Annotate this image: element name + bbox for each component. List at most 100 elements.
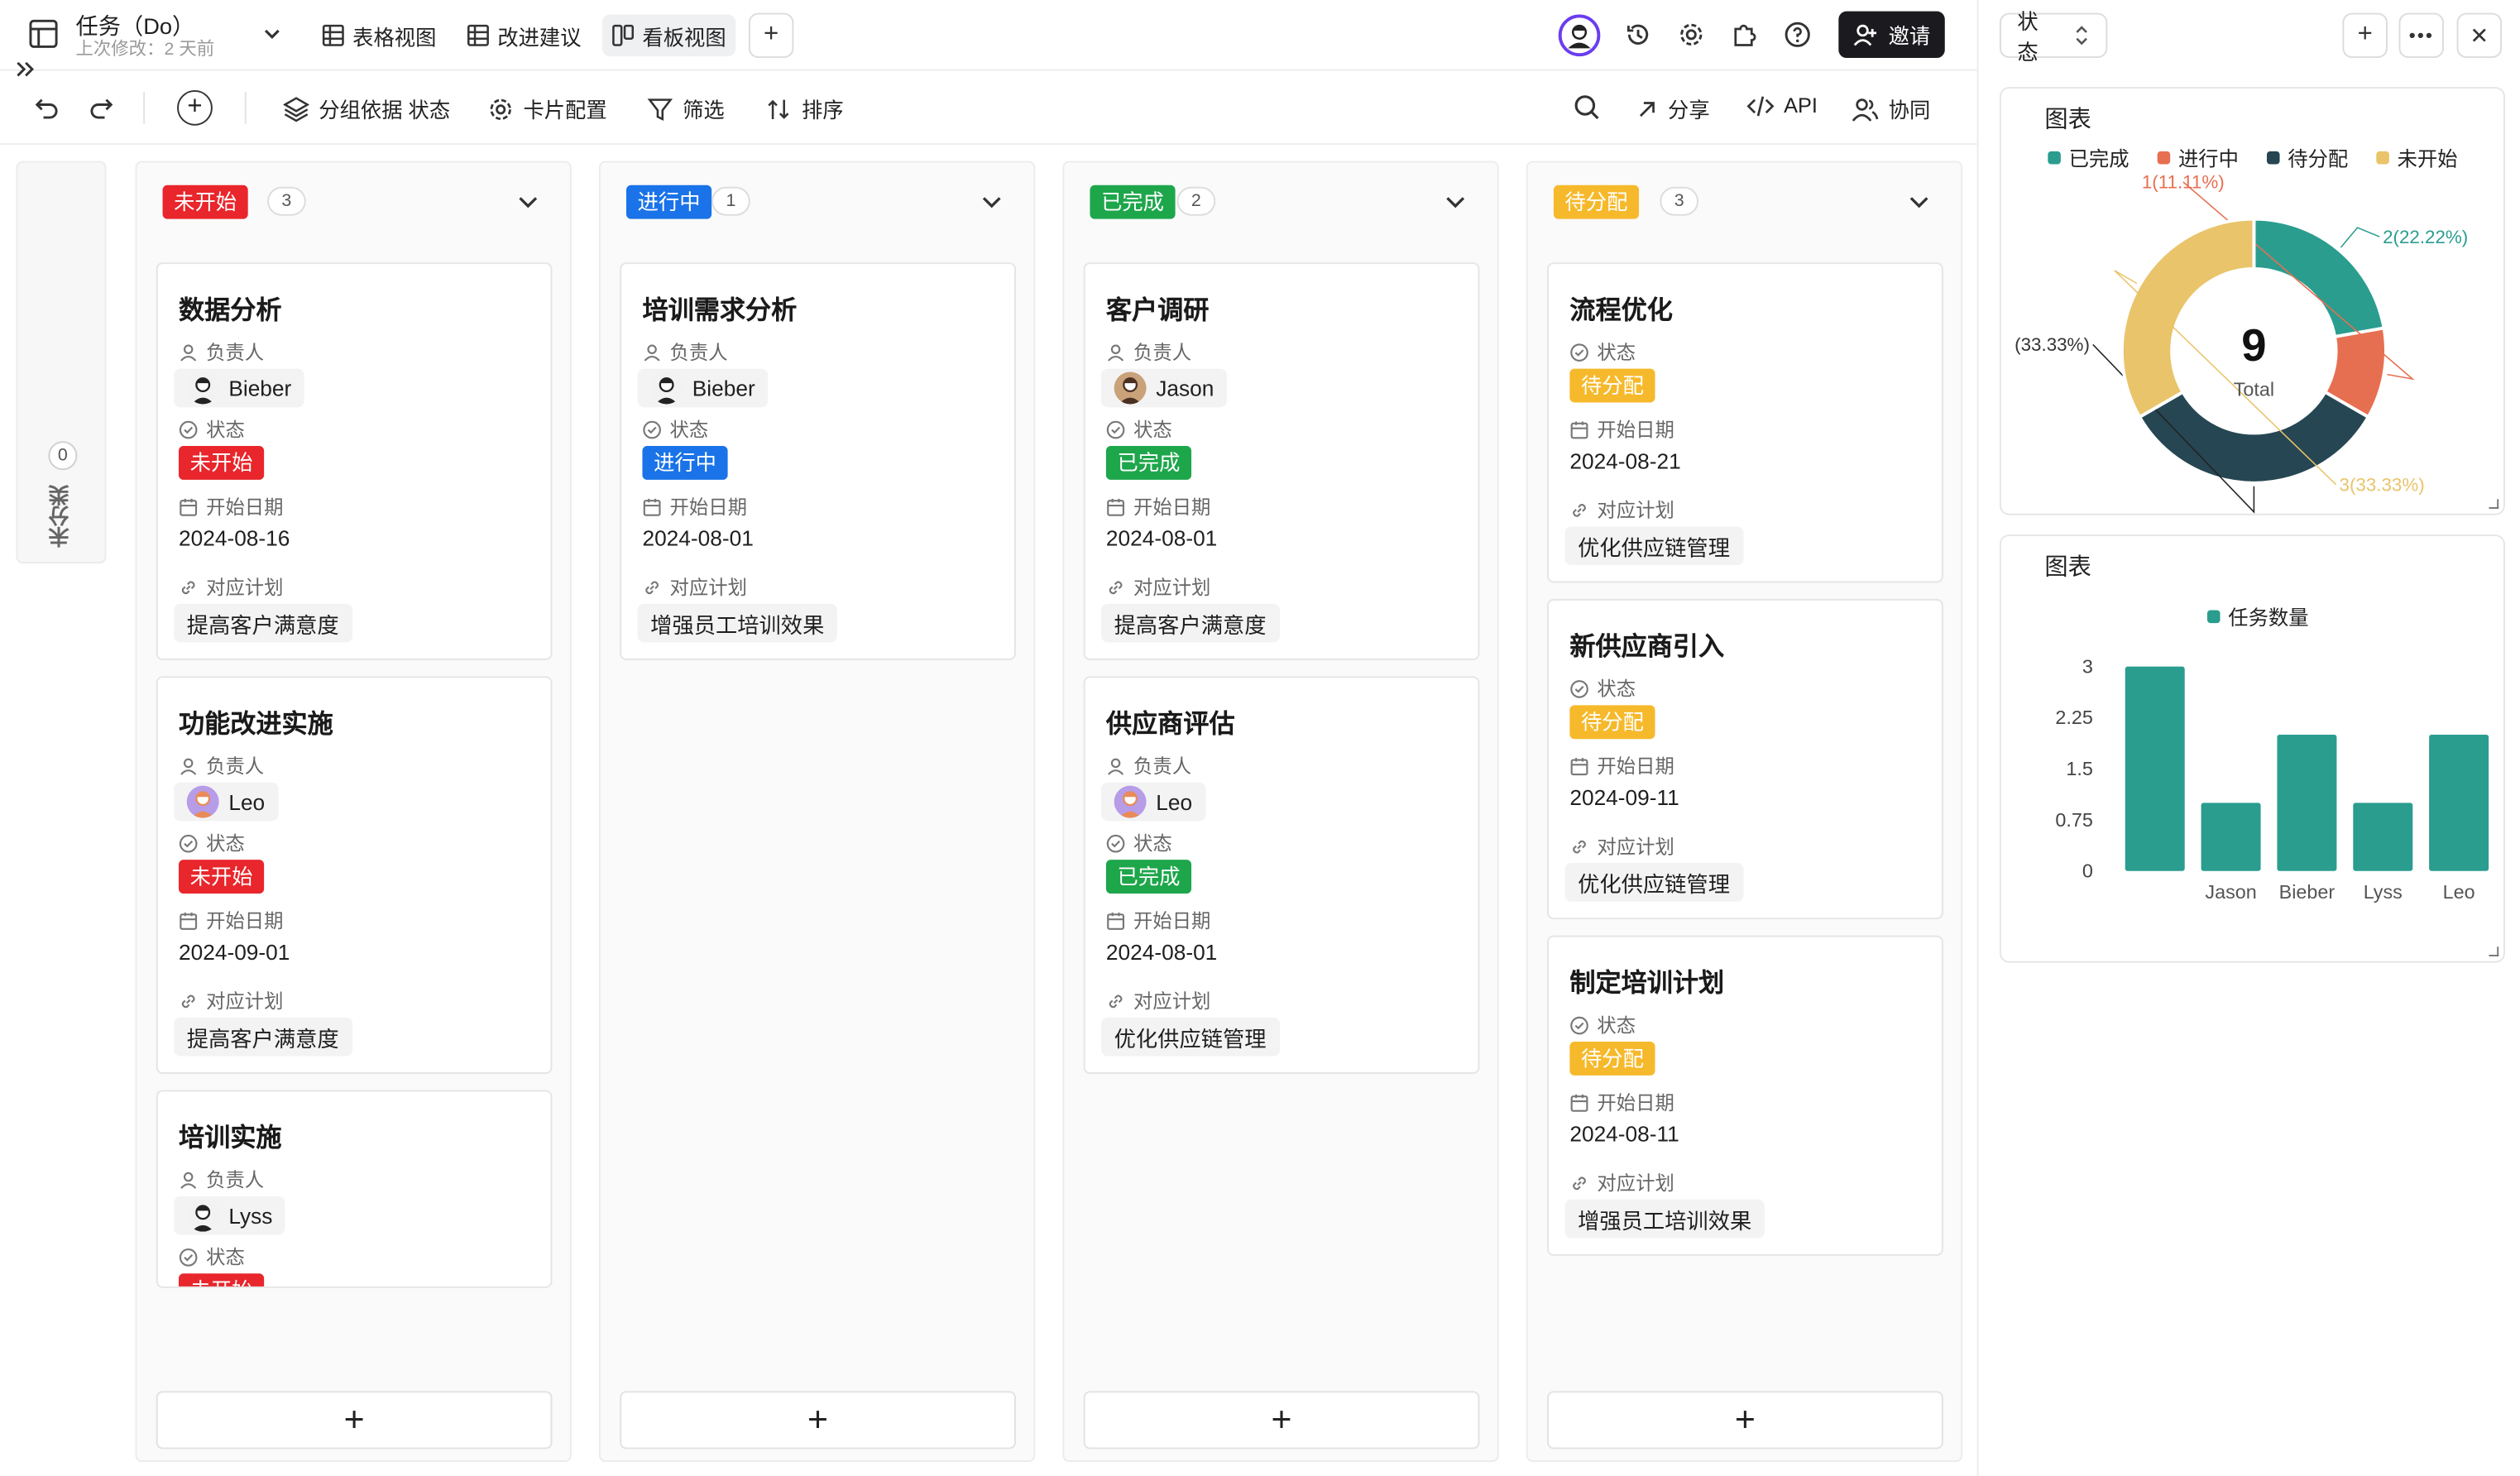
add-card-button[interactable]: + [1083,1391,1480,1450]
bar[interactable] [2277,735,2337,871]
undo-icon[interactable] [34,93,61,121]
kanban-card[interactable]: 培训实施负责人Lyss状态未开始开始日期 [156,1090,553,1288]
owner-chip[interactable]: Jason [1101,368,1227,408]
plan-chip[interactable]: 增强员工培训效果 [637,603,837,643]
kanban-column[interactable]: 未开始 3 数据分析 负责人 Bieber 状态 未开始 开始日期 2024-08-16 对应计划… [135,161,572,1462]
column-count: 3 [267,186,306,216]
search-icon[interactable] [1573,93,1600,121]
kanban-column[interactable]: 待分配 3 流程优化 状态 待分配 开始日期 2024-08-21 对应计划 优化供应链管理 新供… [1526,161,1963,1462]
owner-chip[interactable]: Leo [174,782,278,822]
donut-slice[interactable] [2252,217,2386,339]
help-icon[interactable] [1784,21,1811,48]
owner-name: Bieber [228,376,292,400]
add-chart-button[interactable]: + [2342,12,2388,59]
bar[interactable] [2353,803,2413,871]
field-label-text: 负责人 [206,341,265,364]
tab-improvement[interactable]: 改进建议 [458,15,592,57]
field-label-start: 开始日期 [1106,907,1210,934]
field-label-start: 开始日期 [1569,1088,1674,1115]
donut-total-value: 9 [2241,320,2266,371]
group-by-button[interactable]: 分组依据 状态 [283,93,450,124]
group-select-value: 状态 [2017,9,2039,65]
close-button[interactable]: ✕ [2456,12,2503,59]
collaborate-button[interactable]: 协同 [1852,93,1930,124]
filter-button[interactable]: 筛选 [647,93,725,124]
tab-table-view[interactable]: 表格视图 [313,15,447,57]
plan-chip[interactable]: 优化供应链管理 [1101,1017,1280,1057]
chevron-down-icon[interactable] [262,24,281,43]
status-badge: 已完成 [1105,860,1192,894]
column-header[interactable]: 待分配 3 [1528,163,1961,240]
kanban-column[interactable]: 进行中 1 培训需求分析 负责人 Bieber 状态 进行中 开始日期 2024-08-01 对应… [598,161,1036,1462]
bar[interactable] [2201,803,2261,871]
field-label-text: 对应计划 [1133,576,1211,599]
chevron-down-icon[interactable] [1908,190,1930,213]
owner-chip[interactable]: Bieber [174,368,304,408]
resize-handle[interactable] [2489,499,2499,509]
add-view-button[interactable]: + [748,12,794,59]
add-card-button[interactable]: + [1547,1391,1943,1450]
column-header[interactable]: 已完成 2 [1064,163,1497,240]
kanban-card[interactable]: 供应商评估 负责人 Leo 状态 已完成 开始日期 2024-08-01 对应计划 优化供应链管… [1083,676,1480,1074]
kanban-card[interactable]: 流程优化 状态 待分配 开始日期 2024-08-21 对应计划 优化供应链管理 [1547,262,1943,583]
chevron-down-icon[interactable] [980,190,1003,213]
field-label-text: 开始日期 [1597,1091,1674,1114]
field-label-text: 负责人 [1133,341,1192,364]
status-badge: 待分配 [1569,368,1655,403]
start-date: 2024-08-16 [179,526,290,551]
owner-chip[interactable]: Lyss [174,1196,285,1235]
chevron-up-down-icon [2073,24,2089,46]
column-status-badge: 已完成 [1090,184,1176,219]
kanban-column[interactable]: 已完成 2 客户调研 负责人 Jason 状态 已完成 开始日期 2024-08-01 对应计划提… [1062,161,1499,1462]
plan-chip[interactable]: 提高客户满意度 [174,1017,352,1057]
tab-kanban-view[interactable]: 看板视图 [601,14,736,57]
gear-icon[interactable] [1678,21,1705,48]
table-icon[interactable] [29,19,58,48]
user-icon [1106,343,1125,362]
field-label-status: 状态 [1569,338,1636,366]
field-label-text: 对应计划 [1597,499,1674,522]
field-label-status: 状态 [1106,829,1172,856]
share-button[interactable]: 分享 [1636,93,1710,124]
plan-chip[interactable]: 优化供应链管理 [1564,526,1743,566]
field-label-status: 状态 [1569,674,1636,702]
owner-name: Leo [228,789,266,814]
chevron-down-icon[interactable] [1444,190,1467,213]
plan-chip[interactable]: 优化供应链管理 [1564,863,1743,902]
more-button[interactable]: ••• [2398,12,2445,59]
bar-chart-panel[interactable]: 图表 任务数量 0 0.75 1.5 2.25 3 Jason Bieber Lyss Leo [1999,534,2505,963]
owner-chip[interactable]: Leo [1101,782,1205,822]
column-header[interactable]: 进行中 1 [601,163,1033,240]
history-icon[interactable] [1625,21,1652,48]
kanban-card[interactable]: 功能改进实施 负责人 Leo 状态 未开始 开始日期 2024-09-01 对应计划 提高客户满… [156,676,553,1074]
user-avatar[interactable] [1558,14,1601,57]
group-select[interactable]: 状态 [1999,10,2108,65]
bar[interactable] [2429,735,2489,871]
add-card-button[interactable]: + [156,1391,553,1450]
kanban-card[interactable]: 培训需求分析 负责人 Bieber 状态 进行中 开始日期 2024-08-01 对应计划 增强… [620,262,1016,660]
calendar-icon [1106,910,1125,929]
plan-chip[interactable]: 提高客户满意度 [1101,603,1280,643]
kanban-card[interactable]: 制定培训计划 状态 待分配 开始日期 2024-08-11 对应计划 增强员工培训效果 [1547,935,1943,1256]
kanban-card[interactable]: 数据分析 负责人 Bieber 状态 未开始 开始日期 2024-08-16 对应计划 提高客户… [156,262,553,660]
kanban-card[interactable]: 客户调研 负责人 Jason 状态 已完成 开始日期 2024-08-01 对应计划 提高客户满… [1083,262,1480,660]
plan-text: 优化供应链管理 [1578,536,1730,561]
donut-chart-panel[interactable]: 图表 已完成 进行中 待分配 未开始 2(22.22%) 1(11.11%) (33… [1999,87,2505,515]
uncategorized-column[interactable]: 0 未分类 [16,161,107,564]
invite-button[interactable]: 邀请 [1838,11,1945,59]
chevron-down-icon[interactable] [517,190,539,213]
column-header[interactable]: 未开始 3 [137,163,569,240]
owner-chip[interactable]: Bieber [637,368,769,408]
card-config-button[interactable]: 卡片配置 [488,93,607,124]
plan-chip[interactable]: 增强员工培训效果 [1564,1199,1765,1239]
redo-icon[interactable] [87,93,114,121]
bar[interactable] [2125,666,2185,871]
resize-handle[interactable] [2489,946,2499,956]
puzzle-icon[interactable] [1731,21,1758,48]
api-button[interactable]: API [1746,93,1818,117]
add-record-button[interactable]: + [177,89,213,126]
plan-chip[interactable]: 提高客户满意度 [174,603,352,643]
add-card-button[interactable]: + [620,1391,1016,1450]
kanban-card[interactable]: 新供应商引入 状态 待分配 开始日期 2024-09-11 对应计划 优化供应链管理 [1547,598,1943,920]
sort-button[interactable]: 排序 [766,93,844,124]
